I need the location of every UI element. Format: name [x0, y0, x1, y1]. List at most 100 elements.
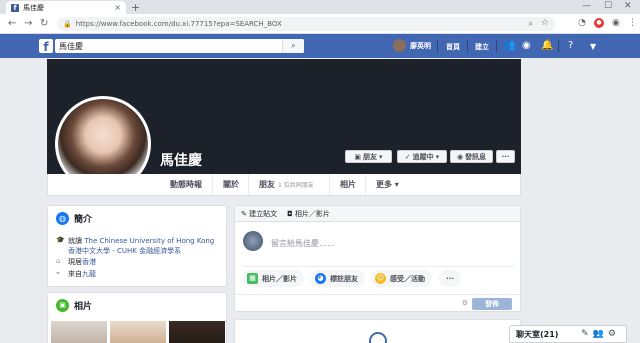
- zoom-icon[interactable]: ⌕: [529, 19, 533, 29]
- school-link[interactable]: The Chinese University of Hong Kong: [84, 237, 214, 245]
- extension-icon[interactable]: ◔: [578, 18, 586, 28]
- search-icon[interactable]: ⌕: [282, 39, 304, 53]
- forward-icon[interactable]: →: [24, 18, 32, 29]
- tab-photos[interactable]: 相片: [329, 174, 366, 195]
- message-button[interactable]: ◉ 發訊息: [450, 150, 493, 163]
- account-menu-chevron-icon[interactable]: ▼: [590, 41, 596, 52]
- divider: [243, 266, 514, 267]
- chevron-down-icon: ▾: [394, 180, 399, 189]
- browser-tab-bar: f 馬佳慶 × + — ☐ ✕: [0, 0, 640, 14]
- feed-loading-card: [234, 319, 521, 343]
- friends-icon: ▣: [354, 152, 362, 161]
- photos-card: ▣ 相片: [47, 292, 227, 343]
- home-link[interactable]: 首頁: [446, 42, 460, 52]
- bookmark-star-icon[interactable]: ☆: [541, 18, 549, 28]
- maximize-icon[interactable]: ☐: [604, 1, 612, 11]
- help-icon[interactable]: ?: [568, 40, 573, 51]
- new-tab-button[interactable]: +: [131, 1, 140, 14]
- intro-education: 🎓 就讀 The Chinese University of Hong Kong…: [56, 236, 214, 256]
- friend-requests-icon[interactable]: 👥: [503, 40, 515, 51]
- department-link[interactable]: 香港中文大學 - CUHK 金融經濟學系: [68, 247, 181, 255]
- photos-icon: ▣: [56, 299, 69, 312]
- following-button[interactable]: ✓ 追蹤中 ▾: [397, 150, 447, 163]
- lives-in-link[interactable]: 香港: [82, 258, 96, 266]
- pencil-icon: ✎: [241, 209, 247, 218]
- extension-badge-icon[interactable]: ●: [594, 18, 604, 28]
- profile-shortcut[interactable]: 廖英明: [393, 39, 431, 52]
- url-text: https://www.facebook.com/du.xi.77715?epa…: [75, 20, 282, 28]
- lock-icon: 🔒: [63, 20, 72, 28]
- photo-thumbnail[interactable]: [110, 321, 166, 343]
- menu-icon[interactable]: ⋮: [628, 18, 637, 28]
- chip-more-label: ···: [446, 274, 454, 283]
- address-bar[interactable]: 🔒 https://www.facebook.com/du.xi.77715?e…: [57, 17, 555, 31]
- more-options-label: ···: [501, 152, 510, 161]
- divider: [467, 40, 468, 52]
- education-prefix: 就讀: [68, 237, 82, 245]
- post-composer: ✎ 建立貼文 ◘ 相片／影片 留言給馬佳慶…… ▦ 相片／影片 ◕ 標註朋友 ☺…: [234, 205, 521, 312]
- facebook-search-field[interactable]: 馬佳慶 ⌕: [55, 39, 304, 53]
- photo-video-label: 相片／影片: [294, 209, 330, 218]
- messenger-icon[interactable]: ◉: [522, 40, 531, 51]
- tab-friends[interactable]: 朋友 1 位共同朋友: [248, 174, 324, 195]
- chat-label: 聊天室(21): [516, 329, 559, 339]
- tag-friends-icon: ◕: [315, 273, 326, 284]
- lives-prefix: 現居: [68, 258, 82, 266]
- chat-sidebar-button[interactable]: 聊天室(21) ✎👥⚙: [509, 325, 627, 343]
- intro-title: 簡介: [74, 215, 93, 225]
- reload-icon[interactable]: ↻: [40, 18, 48, 29]
- more-options-button[interactable]: ···: [496, 150, 515, 163]
- close-window-icon[interactable]: ✕: [624, 1, 632, 11]
- loading-spinner-icon: [369, 332, 387, 343]
- tab-more[interactable]: 更多 ▾: [365, 174, 409, 195]
- from-link[interactable]: 九龍: [82, 270, 96, 278]
- search-value: 馬佳慶: [59, 42, 83, 51]
- profile-shortcut-name: 廖英明: [410, 41, 431, 50]
- photo-video-button[interactable]: ▦ 相片／影片: [243, 270, 304, 287]
- chevron-down-icon: ▾: [379, 152, 383, 161]
- chat-options-icons[interactable]: ✎👥⚙: [581, 329, 620, 339]
- location-pin-icon: ⌖: [56, 269, 60, 277]
- photo-thumbnail[interactable]: [169, 321, 225, 343]
- feeling-activity-button[interactable]: ☺ 感受／活動: [371, 270, 432, 287]
- composer-input[interactable]: 留言給馬佳慶……: [271, 238, 335, 249]
- notifications-icon[interactable]: 🔔: [541, 40, 553, 51]
- audience-icon[interactable]: ⚙: [462, 299, 468, 307]
- globe-icon: ◍: [56, 212, 69, 225]
- more-composer-options-button[interactable]: ···: [439, 270, 461, 287]
- profile-name[interactable]: 馬佳慶: [160, 150, 202, 170]
- minimize-icon[interactable]: —: [582, 1, 591, 11]
- photos-title: 相片: [74, 302, 93, 312]
- friends-button[interactable]: ▣ 朋友 ▾: [345, 150, 392, 163]
- profile-icon[interactable]: ◉: [612, 18, 620, 28]
- photo-icon: ▦: [247, 273, 258, 284]
- browser-tab[interactable]: f 馬佳慶 ×: [6, 1, 126, 14]
- back-icon[interactable]: ←: [8, 18, 16, 29]
- intro-card: ◍ 簡介 🎓 就讀 The Chinese University of Hong…: [47, 205, 227, 287]
- tab-about[interactable]: 關於: [212, 174, 249, 195]
- photo-thumbnail[interactable]: [51, 321, 107, 343]
- profile-nav: 動態時報 關於 朋友 1 位共同朋友 相片 更多 ▾: [47, 174, 521, 196]
- close-tab-icon[interactable]: ×: [114, 3, 121, 12]
- divider: [496, 40, 497, 52]
- tag-friends-button[interactable]: ◕ 標註朋友: [311, 270, 365, 287]
- smiley-icon: ☺: [375, 273, 386, 284]
- tab-more-label: 更多: [376, 180, 392, 189]
- intro-lives-in: ⌂ 現居香港: [56, 257, 96, 267]
- browser-toolbar: ← → ↻ 🔒 https://www.facebook.com/du.xi.7…: [0, 14, 640, 34]
- facebook-logo-icon[interactable]: f: [39, 39, 53, 54]
- tab-create-post[interactable]: ✎ 建立貼文: [241, 209, 277, 219]
- avatar: [393, 39, 406, 52]
- divider: [437, 40, 438, 52]
- home-icon: ⌂: [56, 257, 61, 265]
- camera-icon: ◘: [287, 209, 293, 218]
- post-button[interactable]: 發佈: [472, 298, 512, 310]
- create-link[interactable]: 建立: [475, 42, 489, 52]
- avatar: [243, 231, 263, 251]
- mutual-friends-count: 1 位共同朋友: [278, 182, 314, 189]
- create-post-label: 建立貼文: [249, 209, 278, 218]
- tab-timeline[interactable]: 動態時報: [160, 174, 212, 195]
- chevron-down-icon: ▾: [435, 152, 440, 161]
- chip-tag-label: 標註朋友: [330, 274, 358, 283]
- tab-photo-video[interactable]: ◘ 相片／影片: [287, 209, 330, 219]
